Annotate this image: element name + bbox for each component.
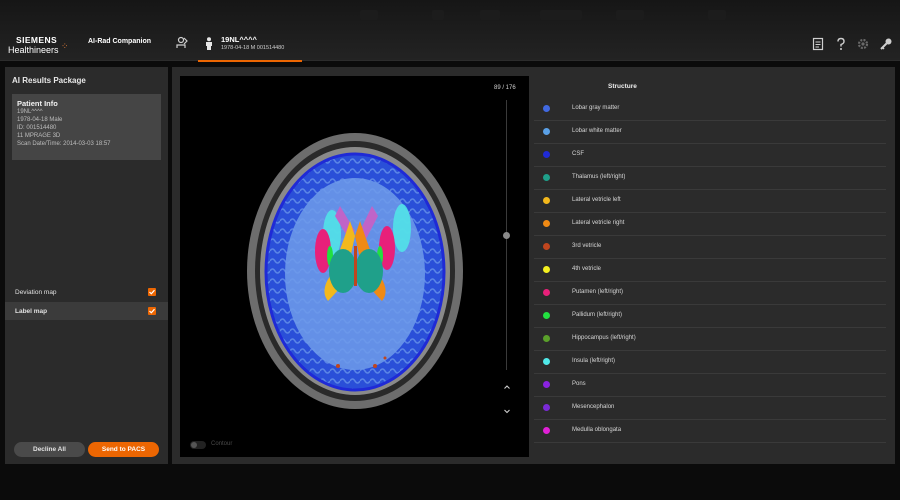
slice-counter: 89 / 176	[494, 85, 516, 91]
checkmark-icon	[149, 289, 155, 295]
structure-color-dot	[543, 266, 550, 273]
structure-name: Lobar gray matter	[572, 105, 620, 111]
structure-name: Lateral vetricle right	[572, 220, 625, 226]
key-icon[interactable]	[879, 37, 893, 51]
person-icon	[206, 37, 212, 50]
deviation-map-checkbox[interactable]	[148, 288, 156, 296]
structure-color-dot	[543, 312, 550, 319]
structure-row[interactable]: Insula (left/right)	[534, 351, 886, 374]
structure-row[interactable]: Lateral vetricle right	[534, 213, 886, 236]
structure-color-dot	[543, 243, 550, 250]
structure-legend-list: Lobar gray matter Lobar white matter CSF Th…	[534, 98, 886, 443]
structure-row[interactable]: Thalamus (left/right)	[534, 167, 886, 190]
structure-row[interactable]: CSF	[534, 144, 886, 167]
app-title: AI-Rad Companion	[88, 38, 151, 45]
patient-info-name: 19NL^^^^	[17, 109, 43, 115]
send-to-pacs-button[interactable]: Send to PACS	[88, 442, 159, 457]
structure-row[interactable]: Medulla oblongata	[534, 420, 886, 443]
structure-name: Pallidum (left/right)	[572, 312, 623, 318]
structure-color-dot	[543, 358, 550, 365]
structure-row[interactable]: Putamen (left/right)	[534, 282, 886, 305]
blurred-icon	[480, 10, 500, 20]
report-icon[interactable]	[811, 37, 825, 51]
structure-name: 4th vetricle	[572, 266, 602, 272]
structure-row[interactable]: Mesencephalon	[534, 397, 886, 420]
patient-info-series: 11 MPRAGE 3D	[17, 133, 61, 139]
patient-info-id: ID: 001514480	[17, 125, 57, 131]
blurred-icon	[540, 10, 582, 20]
results-main-panel: 89 / 176 Contour Structure Lobar gray ma…	[172, 67, 895, 464]
chevron-up-icon[interactable]	[503, 383, 511, 391]
patient-tab-info: 1978-04-18 M 001514480	[221, 45, 285, 51]
decline-all-button[interactable]: Decline All	[14, 442, 85, 457]
ai-results-panel: AI Results Package Patient Info 19NL^^^^…	[5, 67, 168, 464]
blurred-icon	[708, 10, 726, 20]
top-bar: SIEMENS Healthineers ⁘ AI-Rad Companion …	[0, 0, 900, 62]
checkmark-icon	[149, 308, 155, 314]
structure-row[interactable]: Hippocampus (left/right)	[534, 328, 886, 351]
structure-color-dot	[543, 335, 550, 342]
blurred-icon	[432, 10, 444, 20]
patient-info-header: Patient Info	[17, 99, 58, 108]
label-map-option[interactable]: Label map	[5, 302, 168, 320]
chevron-down-icon[interactable]	[503, 407, 511, 415]
contour-label: Contour	[211, 441, 233, 447]
structure-color-dot	[543, 197, 550, 204]
structure-row[interactable]: Lobar white matter	[534, 121, 886, 144]
structure-row[interactable]: 4th vetricle	[534, 259, 886, 282]
patient-info-card: Patient Info 19NL^^^^ 1978-04-18 Male ID…	[12, 94, 161, 160]
structure-color-dot	[543, 105, 550, 112]
structure-name: Pons	[572, 381, 586, 387]
structure-name: Thalamus (left/right)	[572, 174, 626, 180]
structure-header: Structure	[608, 83, 637, 90]
blurred-icon	[616, 10, 644, 20]
patient-info-scan-date: Scan Date/Time: 2014-03-03 18:57	[17, 141, 111, 147]
contour-toggle[interactable]	[190, 441, 206, 449]
structure-color-dot	[543, 404, 550, 411]
logo-dots-icon: ⁘	[61, 41, 68, 51]
structure-color-dot	[543, 427, 550, 434]
help-icon[interactable]	[834, 37, 848, 51]
structure-name: Insula (left/right)	[572, 358, 616, 364]
label-map-checkbox[interactable]	[148, 307, 156, 315]
mri-viewport[interactable]: 89 / 176 Contour	[180, 76, 529, 457]
deviation-map-label: Deviation map	[15, 289, 57, 296]
structure-name: Hippocampus (left/right)	[572, 335, 636, 341]
structure-name: 3rd vetricle	[572, 243, 602, 249]
slice-slider-thumb[interactable]	[503, 231, 510, 239]
structure-name: CSF	[572, 151, 584, 157]
structure-name: Lobar white matter	[572, 128, 622, 134]
patient-info-birth: 1978-04-18 Male	[17, 117, 63, 123]
structure-color-dot	[543, 151, 550, 158]
structure-row[interactable]: Pallidum (left/right)	[534, 305, 886, 328]
structure-name: Lateral vetricle left	[572, 197, 621, 203]
structure-name: Medulla oblongata	[572, 427, 622, 433]
patient-tab-name: 19NL^^^^	[221, 35, 257, 44]
workflow-icon[interactable]	[176, 36, 188, 50]
structure-row[interactable]: Pons	[534, 374, 886, 397]
brain-segmentation-image	[247, 133, 463, 409]
structure-color-dot	[543, 128, 550, 135]
panel-title: AI Results Package	[12, 76, 86, 85]
structure-color-dot	[543, 174, 550, 181]
structure-name: Mesencephalon	[572, 404, 615, 410]
structure-name: Putamen (left/right)	[572, 289, 624, 295]
patient-tab[interactable]: 19NL^^^^ 1978-04-18 M 001514480	[198, 30, 302, 62]
blurred-icon	[360, 10, 378, 20]
structure-color-dot	[543, 289, 550, 296]
structure-row[interactable]: Lobar gray matter	[534, 98, 886, 121]
gear-icon[interactable]	[856, 37, 870, 51]
structure-color-dot	[543, 381, 550, 388]
siemens-healthineers-logo: SIEMENS Healthineers ⁘	[8, 35, 68, 55]
structure-row[interactable]: Lateral vetricle left	[534, 190, 886, 213]
label-map-label: Label map	[15, 308, 48, 315]
structure-color-dot	[543, 220, 550, 227]
deviation-map-option[interactable]: Deviation map	[5, 283, 168, 301]
structure-row[interactable]: 3rd vetricle	[534, 236, 886, 259]
